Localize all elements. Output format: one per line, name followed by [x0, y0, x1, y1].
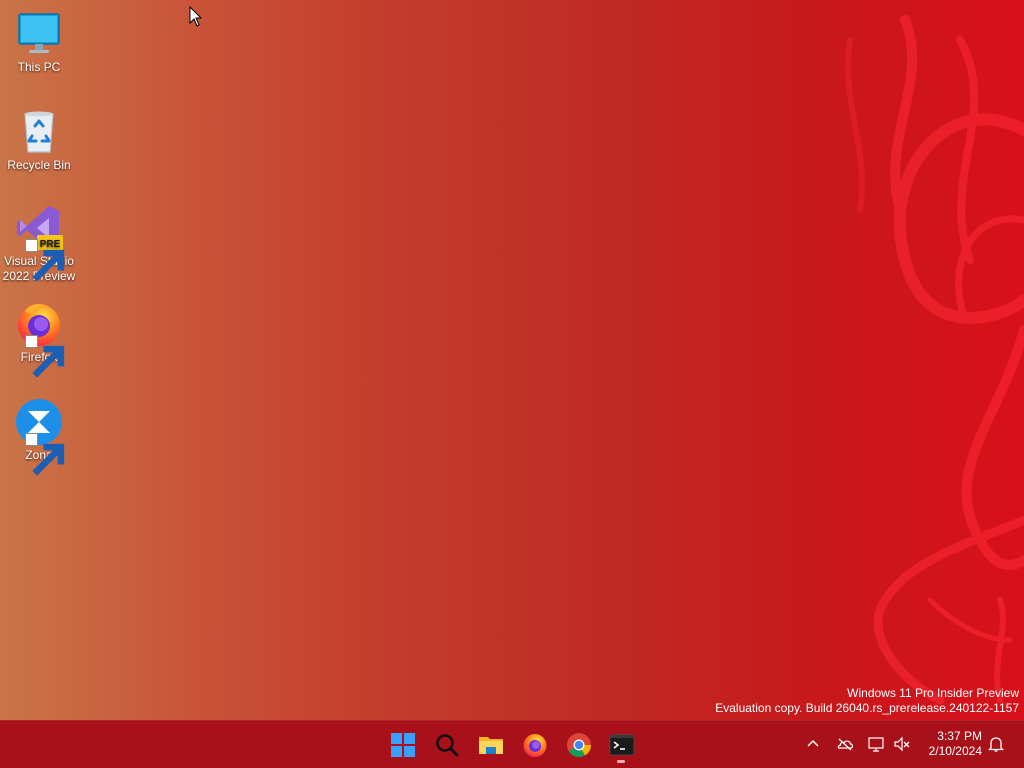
clock[interactable]: 3:37 PM 2/10/2024	[912, 729, 982, 759]
start-button[interactable]	[385, 727, 421, 763]
mouse-pointer-icon	[189, 6, 203, 27]
desktop-icon-zona[interactable]: Zona	[2, 398, 76, 476]
terminal-icon	[609, 734, 635, 756]
network-tray-button[interactable]	[866, 734, 886, 754]
volume-tray-button[interactable]	[892, 734, 912, 754]
chrome-taskbar-button[interactable]	[561, 727, 597, 763]
show-hidden-icons-button[interactable]	[803, 734, 823, 754]
terminal-taskbar-button[interactable]	[604, 727, 640, 763]
folder-icon	[479, 737, 503, 754]
file-explorer-button[interactable]	[473, 727, 509, 763]
desktop-icon-visual-studio[interactable]: PRE Visual Studio 2022 Preview	[2, 204, 76, 284]
clock-time: 3:37 PM	[937, 729, 982, 743]
desktop-icon-label: Recycle Bin	[7, 158, 71, 172]
watermark-build: Evaluation copy. Build 26040.rs_prerelea…	[715, 701, 1019, 715]
notification-center-button[interactable]	[986, 734, 1006, 754]
chrome-icon	[567, 733, 591, 758]
onedrive-tray-button[interactable]	[835, 734, 855, 754]
monitor-icon	[15, 10, 63, 58]
running-indicator	[617, 760, 625, 763]
onedrive-icon	[837, 738, 854, 751]
network-icon	[868, 737, 884, 752]
desktop-icon-firefox[interactable]: Firefox	[2, 300, 76, 378]
visual-studio-icon: PRE	[15, 204, 65, 282]
volume-muted-icon	[894, 736, 910, 752]
zona-icon	[15, 398, 65, 476]
firefox-taskbar-button[interactable]	[517, 727, 553, 763]
desktop-icon-this-pc[interactable]: This PC	[2, 10, 76, 75]
desktop-icon-recycle-bin[interactable]: Recycle Bin	[2, 108, 76, 173]
taskbar: 3:37 PM 2/10/2024	[0, 720, 1024, 768]
firefox-icon	[15, 300, 65, 378]
recycle-bin-icon	[15, 108, 63, 156]
watermark-edition: Windows 11 Pro Insider Preview	[847, 686, 1019, 700]
windows-logo-icon	[391, 733, 415, 757]
search-button[interactable]	[429, 727, 465, 763]
clock-date: 2/10/2024	[928, 744, 982, 758]
chevron-up-icon	[807, 739, 819, 747]
shortcut-arrow-icon	[25, 433, 65, 476]
search-icon	[436, 734, 459, 757]
shortcut-arrow-icon	[25, 239, 65, 282]
firefox-icon	[523, 734, 547, 757]
shortcut-arrow-icon	[25, 335, 65, 378]
wallpaper	[844, 15, 1024, 705]
desktop-icon-label: This PC	[17, 60, 61, 74]
desktop: This PC Recycle Bin PRE Visual Studio 20…	[0, 0, 1024, 768]
notification-bell-icon	[987, 737, 1005, 752]
